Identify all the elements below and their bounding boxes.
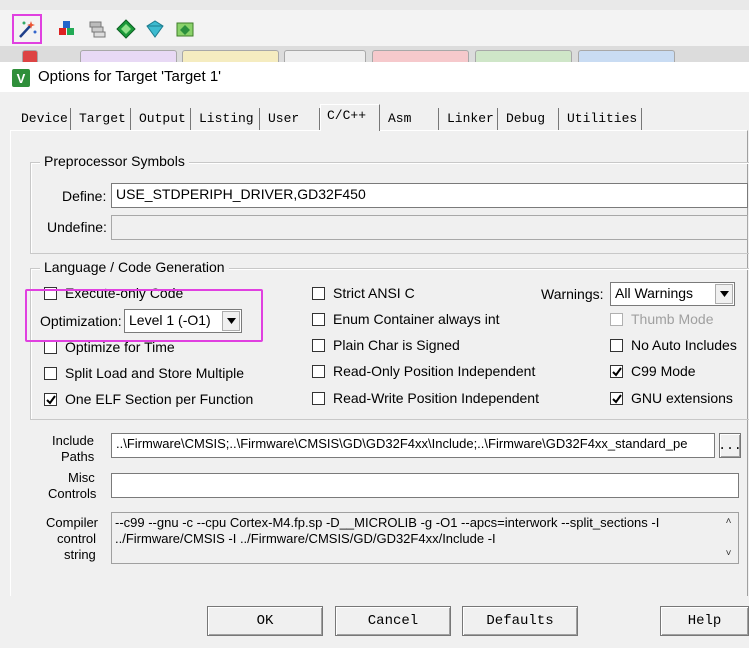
manage-project-items-button[interactable] <box>54 16 80 42</box>
include-label-2: Paths <box>61 449 95 464</box>
chevron-up-icon[interactable]: ˄ <box>726 514 732 530</box>
ro-pi-label: Read-Only Position Independent <box>333 363 536 379</box>
thumb-mode-label: Thumb Mode <box>631 311 714 327</box>
checkmark-icon <box>611 393 622 404</box>
checkmark-icon <box>45 394 56 405</box>
undefine-label: Undefine: <box>47 219 107 235</box>
no-auto-includes-checkbox[interactable] <box>610 339 623 352</box>
project-items-icon <box>59 21 74 35</box>
ro-pi-checkbox[interactable] <box>312 365 325 378</box>
split-load-checkbox[interactable] <box>44 367 57 380</box>
tab-asm[interactable]: Asm <box>382 108 439 130</box>
chevron-down-icon[interactable] <box>715 284 733 304</box>
misc-controls-input[interactable] <box>111 473 739 498</box>
optimization-highlight <box>25 289 263 342</box>
preprocessor-legend: Preprocessor Symbols <box>40 153 189 169</box>
ide-toolbar <box>0 10 749 46</box>
compiler-label-1: Compiler <box>46 515 99 530</box>
undefine-input[interactable] <box>111 215 748 240</box>
compiler-control-string[interactable]: --c99 --gnu -c --cpu Cortex-M4.fp.sp -D_… <box>111 512 739 564</box>
preprocessor-group <box>30 162 749 254</box>
one-elf-label: One ELF Section per Function <box>65 391 254 407</box>
compiler-label-3: string <box>64 547 96 562</box>
strict-ansi-checkbox[interactable] <box>312 287 325 300</box>
compiler-line-2: ../Firmware/CMSIS -I ../Firmware/CMSIS/G… <box>115 531 496 546</box>
include-paths-input[interactable]: ..\Firmware\CMSIS;..\Firmware\CMSIS\GD\G… <box>111 433 715 458</box>
compiler-scrollbar[interactable]: ˄ ˅ <box>720 514 737 562</box>
compiler-label-2: control <box>57 531 97 546</box>
pack-diamond-icon <box>146 20 164 38</box>
split-load-label: Split Load and Store Multiple <box>65 365 244 381</box>
plain-char-label: Plain Char is Signed <box>333 337 460 353</box>
svg-text:V: V <box>17 71 26 86</box>
include-label-1: Include <box>52 433 94 448</box>
stack-icon <box>89 21 106 38</box>
rw-pi-label: Read-Write Position Independent <box>333 390 539 406</box>
magic-wand-icon <box>19 21 37 38</box>
enum-container-label: Enum Container always int <box>333 311 500 327</box>
pack-installer-button[interactable] <box>172 16 198 42</box>
optimize-time-checkbox[interactable] <box>44 341 57 354</box>
tab-listing[interactable]: Listing <box>193 108 260 130</box>
tab-user[interactable]: User <box>262 108 320 130</box>
thumb-mode-checkbox <box>610 313 623 326</box>
cancel-button[interactable]: Cancel <box>335 606 451 636</box>
tab-linker[interactable]: Linker <box>441 108 498 130</box>
warnings-select[interactable]: All Warnings <box>610 282 735 306</box>
tab-device[interactable]: Device <box>15 108 71 130</box>
keil-app-icon: V <box>12 69 30 87</box>
misc-label-2: Controls <box>48 486 97 501</box>
select-packs-button[interactable] <box>142 16 168 42</box>
misc-label-1: Misc <box>68 470 95 485</box>
tab-c-cpp[interactable]: C/C++ <box>320 104 380 131</box>
ide-file-tabs <box>0 46 749 63</box>
defaults-button[interactable]: Defaults <box>462 606 578 636</box>
tab-target[interactable]: Target <box>73 108 131 130</box>
enum-container-checkbox[interactable] <box>312 313 325 326</box>
manage-run-time-button[interactable] <box>113 16 139 42</box>
file-extensions-button[interactable] <box>84 16 110 42</box>
ok-button[interactable]: OK <box>207 606 323 636</box>
c99-mode-label: C99 Mode <box>631 363 696 379</box>
no-auto-includes-label: No Auto Includes <box>631 337 737 353</box>
c99-mode-checkbox[interactable] <box>610 365 623 378</box>
tab-output[interactable]: Output <box>133 108 191 130</box>
green-diamond-icon <box>116 19 136 39</box>
compiler-line-1: --c99 --gnu -c --cpu Cortex-M4.fp.sp -D_… <box>115 515 660 530</box>
pack-installer-icon <box>176 22 194 37</box>
warnings-value: All Warnings <box>615 285 694 301</box>
strict-ansi-label: Strict ANSI C <box>333 285 415 301</box>
rw-pi-checkbox[interactable] <box>312 392 325 405</box>
chevron-down-icon[interactable]: ˅ <box>726 546 732 562</box>
tab-utilities[interactable]: Utilities <box>561 108 642 130</box>
warnings-label: Warnings: <box>541 286 604 302</box>
include-browse-button[interactable]: ... <box>718 433 742 458</box>
dialog-title: Options for Target 'Target 1' <box>38 68 222 85</box>
plain-char-checkbox[interactable] <box>312 339 325 352</box>
checkmark-icon <box>611 366 622 377</box>
define-label: Define: <box>62 188 107 204</box>
define-input[interactable]: USE_STDPERIPH_DRIVER,GD32F450 <box>111 183 748 208</box>
gnu-extensions-label: GNU extensions <box>631 390 733 406</box>
gnu-extensions-checkbox[interactable] <box>610 392 623 405</box>
one-elf-checkbox[interactable] <box>44 393 57 406</box>
options-for-target-button[interactable] <box>12 14 42 44</box>
help-button[interactable]: Help <box>660 606 749 636</box>
tab-debug[interactable]: Debug <box>500 108 559 130</box>
language-legend: Language / Code Generation <box>40 259 229 275</box>
